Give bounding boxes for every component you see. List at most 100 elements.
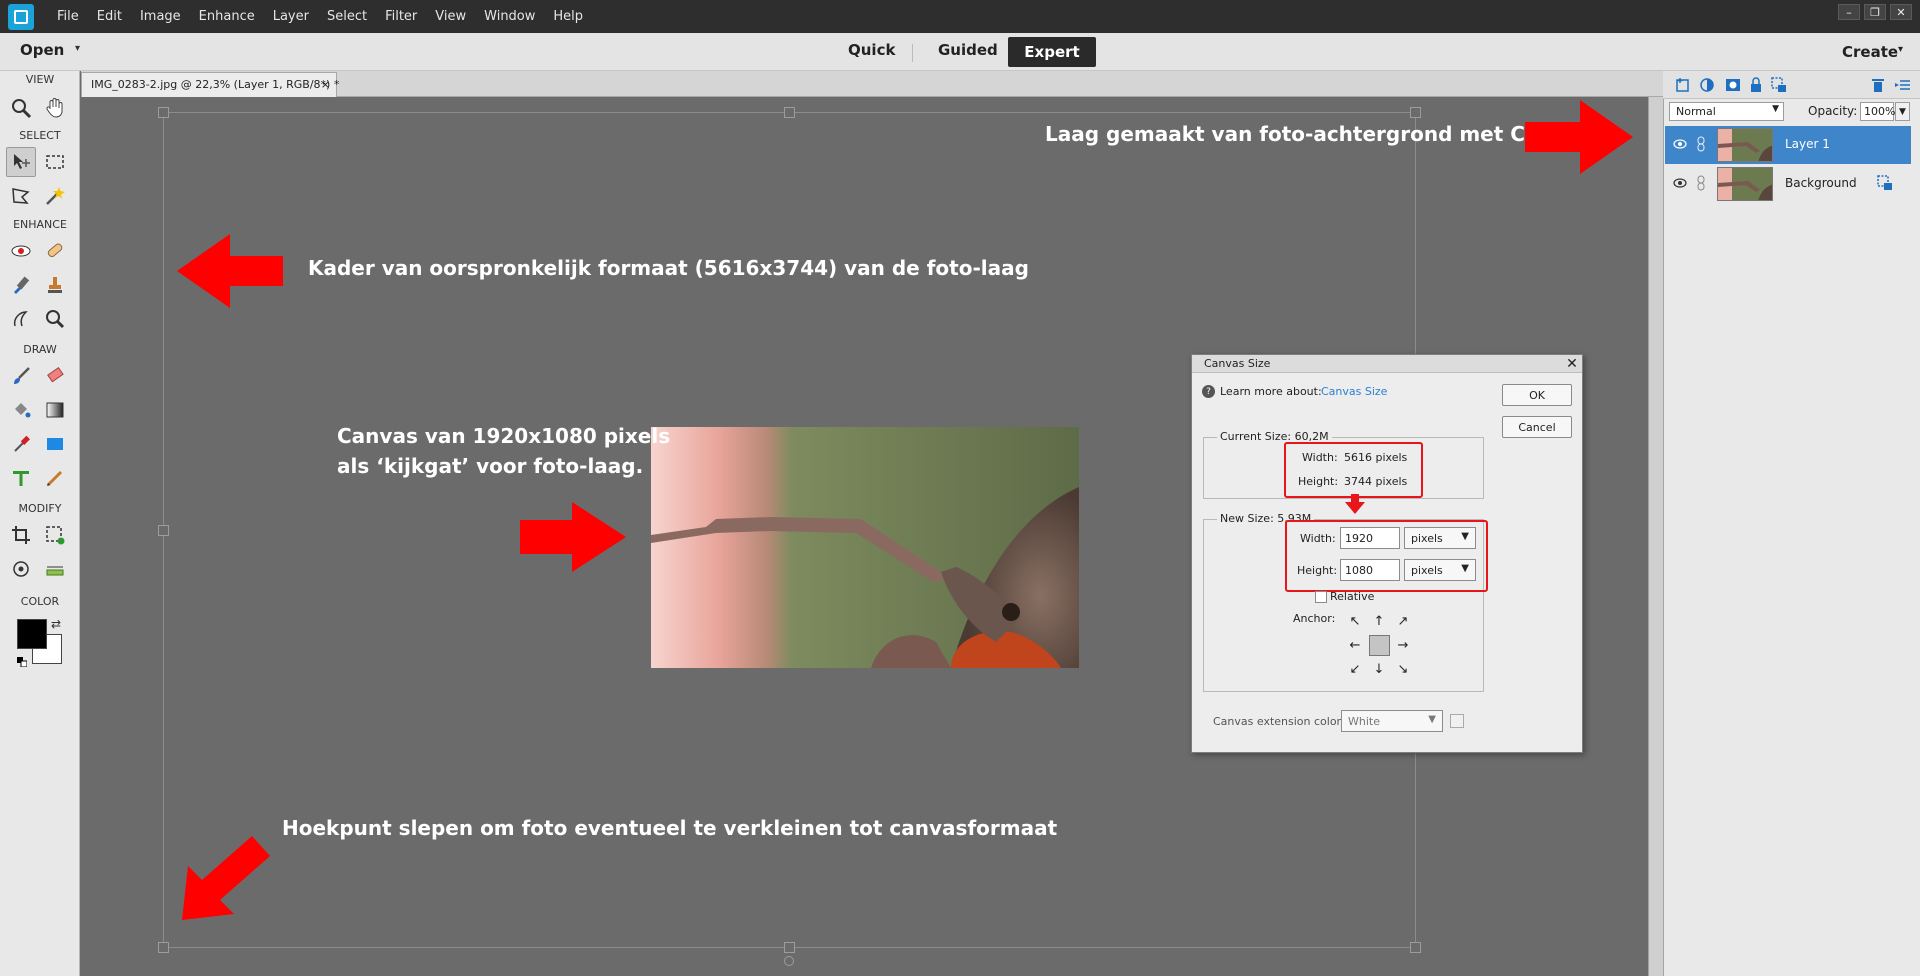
extension-color-swatch[interactable]	[1450, 714, 1464, 728]
blur-tool-icon[interactable]	[6, 304, 36, 334]
create-button[interactable]: Create	[1842, 43, 1898, 61]
sponge-tool-icon[interactable]	[40, 304, 70, 334]
anchor-bottom-left-icon[interactable]: ↙	[1347, 661, 1363, 677]
transform-handle-top-left[interactable]	[158, 107, 169, 118]
chevron-down-icon[interactable]: ▾	[1898, 44, 1903, 55]
mode-quick-tab[interactable]: Quick	[840, 41, 903, 59]
transform-handle-top-right[interactable]	[1410, 107, 1421, 118]
menu-enhance[interactable]: Enhance	[190, 0, 264, 33]
recompose-tool-icon[interactable]	[40, 520, 70, 550]
menu-file[interactable]: File	[48, 0, 88, 33]
close-icon[interactable]: ✕	[1890, 4, 1912, 20]
anchor-bottom-icon[interactable]: ↓	[1371, 661, 1387, 677]
eye-icon[interactable]	[1673, 177, 1687, 191]
gradient-tool-icon[interactable]	[40, 395, 70, 425]
chevron-down-icon[interactable]: ▾	[75, 43, 80, 54]
menu-select[interactable]: Select	[318, 0, 376, 33]
pencil-tool-icon[interactable]	[40, 463, 70, 493]
height-unit-select[interactable]: pixels ▼	[1404, 559, 1476, 581]
menu-filter[interactable]: Filter	[376, 0, 426, 33]
background-lock-icon[interactable]	[1877, 175, 1893, 194]
close-icon[interactable]: ✕	[1563, 355, 1581, 373]
anchor-center[interactable]	[1369, 635, 1390, 656]
menu-image[interactable]: Image	[131, 0, 190, 33]
adjustment-layer-icon[interactable]	[1699, 77, 1717, 97]
anchor-top-right-icon[interactable]: ↗	[1395, 613, 1411, 629]
ok-button[interactable]: OK	[1502, 384, 1572, 406]
anchor-bottom-right-icon[interactable]: ↘	[1395, 661, 1411, 677]
crop-tool-icon[interactable]	[6, 520, 36, 550]
red-eye-tool-icon[interactable]	[6, 236, 36, 266]
transform-handle-bottom[interactable]	[784, 942, 795, 953]
menu-view[interactable]: View	[426, 0, 475, 33]
layer-row-layer-1[interactable]: Layer 1	[1665, 126, 1911, 164]
opacity-label: Opacity:	[1808, 104, 1858, 118]
layer-mask-icon[interactable]	[1725, 77, 1741, 97]
link-icon[interactable]	[1697, 136, 1705, 155]
anchor-right-icon[interactable]: →	[1395, 637, 1411, 653]
hand-tool-icon[interactable]	[40, 93, 70, 123]
transform-handle-bottom-left[interactable]	[158, 942, 169, 953]
anchor-left-icon[interactable]: ←	[1347, 637, 1363, 653]
marquee-tool-icon[interactable]	[40, 147, 70, 177]
eye-icon[interactable]	[1673, 138, 1687, 152]
panel-menu-icon[interactable]	[1895, 77, 1911, 97]
transform-handle-bottom-right[interactable]	[1410, 942, 1421, 953]
clone-stamp-icon[interactable]	[40, 270, 70, 300]
menu-window[interactable]: Window	[475, 0, 544, 33]
brush-tool-icon[interactable]	[6, 361, 36, 391]
rotate-handle[interactable]	[784, 956, 794, 966]
menu-help[interactable]: Help	[544, 0, 592, 33]
content-aware-move-icon[interactable]	[6, 554, 36, 584]
height-input[interactable]: 1080	[1340, 559, 1400, 581]
cancel-button[interactable]: Cancel	[1502, 416, 1572, 438]
smart-brush-icon[interactable]	[6, 270, 36, 300]
current-width-label: Width:	[1302, 451, 1338, 464]
foreground-color-swatch[interactable]	[17, 619, 47, 649]
trash-icon[interactable]	[1871, 77, 1885, 97]
chevron-down-icon[interactable]: ▼	[1895, 102, 1910, 121]
new-layer-icon[interactable]	[1675, 77, 1691, 97]
canvas-size-help-link[interactable]: Canvas Size	[1321, 385, 1387, 398]
anchor-top-left-icon[interactable]: ↖	[1347, 613, 1363, 629]
vertical-scrollbar[interactable]	[1648, 97, 1663, 976]
swap-colors-icon[interactable]: ⇄	[51, 617, 61, 631]
lasso-tool-icon[interactable]	[6, 181, 36, 211]
anchor-top-icon[interactable]: ↑	[1371, 613, 1387, 629]
transform-handle-top[interactable]	[784, 107, 795, 118]
straighten-tool-icon[interactable]	[40, 554, 70, 584]
open-button[interactable]: Open	[20, 41, 64, 59]
anchor-grid[interactable]: ↖ ↑ ↗ ← → ↙ ↓ ↘	[1346, 612, 1412, 678]
healing-brush-icon[interactable]	[40, 236, 70, 266]
extension-color-select[interactable]: White ▼	[1341, 710, 1443, 732]
menu-layer[interactable]: Layer	[264, 0, 318, 33]
close-icon[interactable]: ×	[321, 78, 330, 91]
blend-mode-select[interactable]: Normal ▼	[1669, 102, 1784, 121]
width-unit-select[interactable]: pixels ▼	[1404, 527, 1476, 549]
type-tool-icon[interactable]	[6, 463, 36, 493]
document-tab[interactable]: IMG_0283-2.jpg @ 22,3% (Layer 1, RGB/8*)…	[81, 72, 339, 97]
rectangle-shape-icon[interactable]	[40, 429, 70, 459]
menu-edit[interactable]: Edit	[88, 0, 131, 33]
lock-icon[interactable]	[1749, 77, 1763, 97]
divider	[912, 44, 913, 62]
link-icon[interactable]	[1697, 175, 1705, 194]
mode-guided-tab[interactable]: Guided	[930, 41, 1006, 59]
mode-expert-tab[interactable]: Expert	[1008, 37, 1096, 67]
default-colors-icon[interactable]	[17, 652, 28, 668]
restore-icon[interactable]: ❐	[1864, 4, 1886, 20]
opacity-input[interactable]: 100%	[1860, 102, 1895, 121]
zoom-tool-icon[interactable]	[6, 93, 36, 123]
paint-bucket-icon[interactable]	[6, 395, 36, 425]
move-tool-icon[interactable]	[6, 147, 36, 177]
layer-row-background[interactable]: Background	[1665, 165, 1911, 203]
eyedropper-icon[interactable]	[6, 429, 36, 459]
lock-transparency-icon[interactable]	[1771, 77, 1787, 97]
magic-wand-icon[interactable]	[40, 181, 70, 211]
minimize-icon[interactable]: –	[1838, 4, 1860, 20]
width-input[interactable]: 1920	[1340, 527, 1400, 549]
eraser-tool-icon[interactable]	[40, 361, 70, 391]
current-height-label: Height:	[1298, 475, 1339, 488]
relative-checkbox[interactable]	[1315, 591, 1327, 603]
transform-handle-left[interactable]	[158, 525, 169, 536]
